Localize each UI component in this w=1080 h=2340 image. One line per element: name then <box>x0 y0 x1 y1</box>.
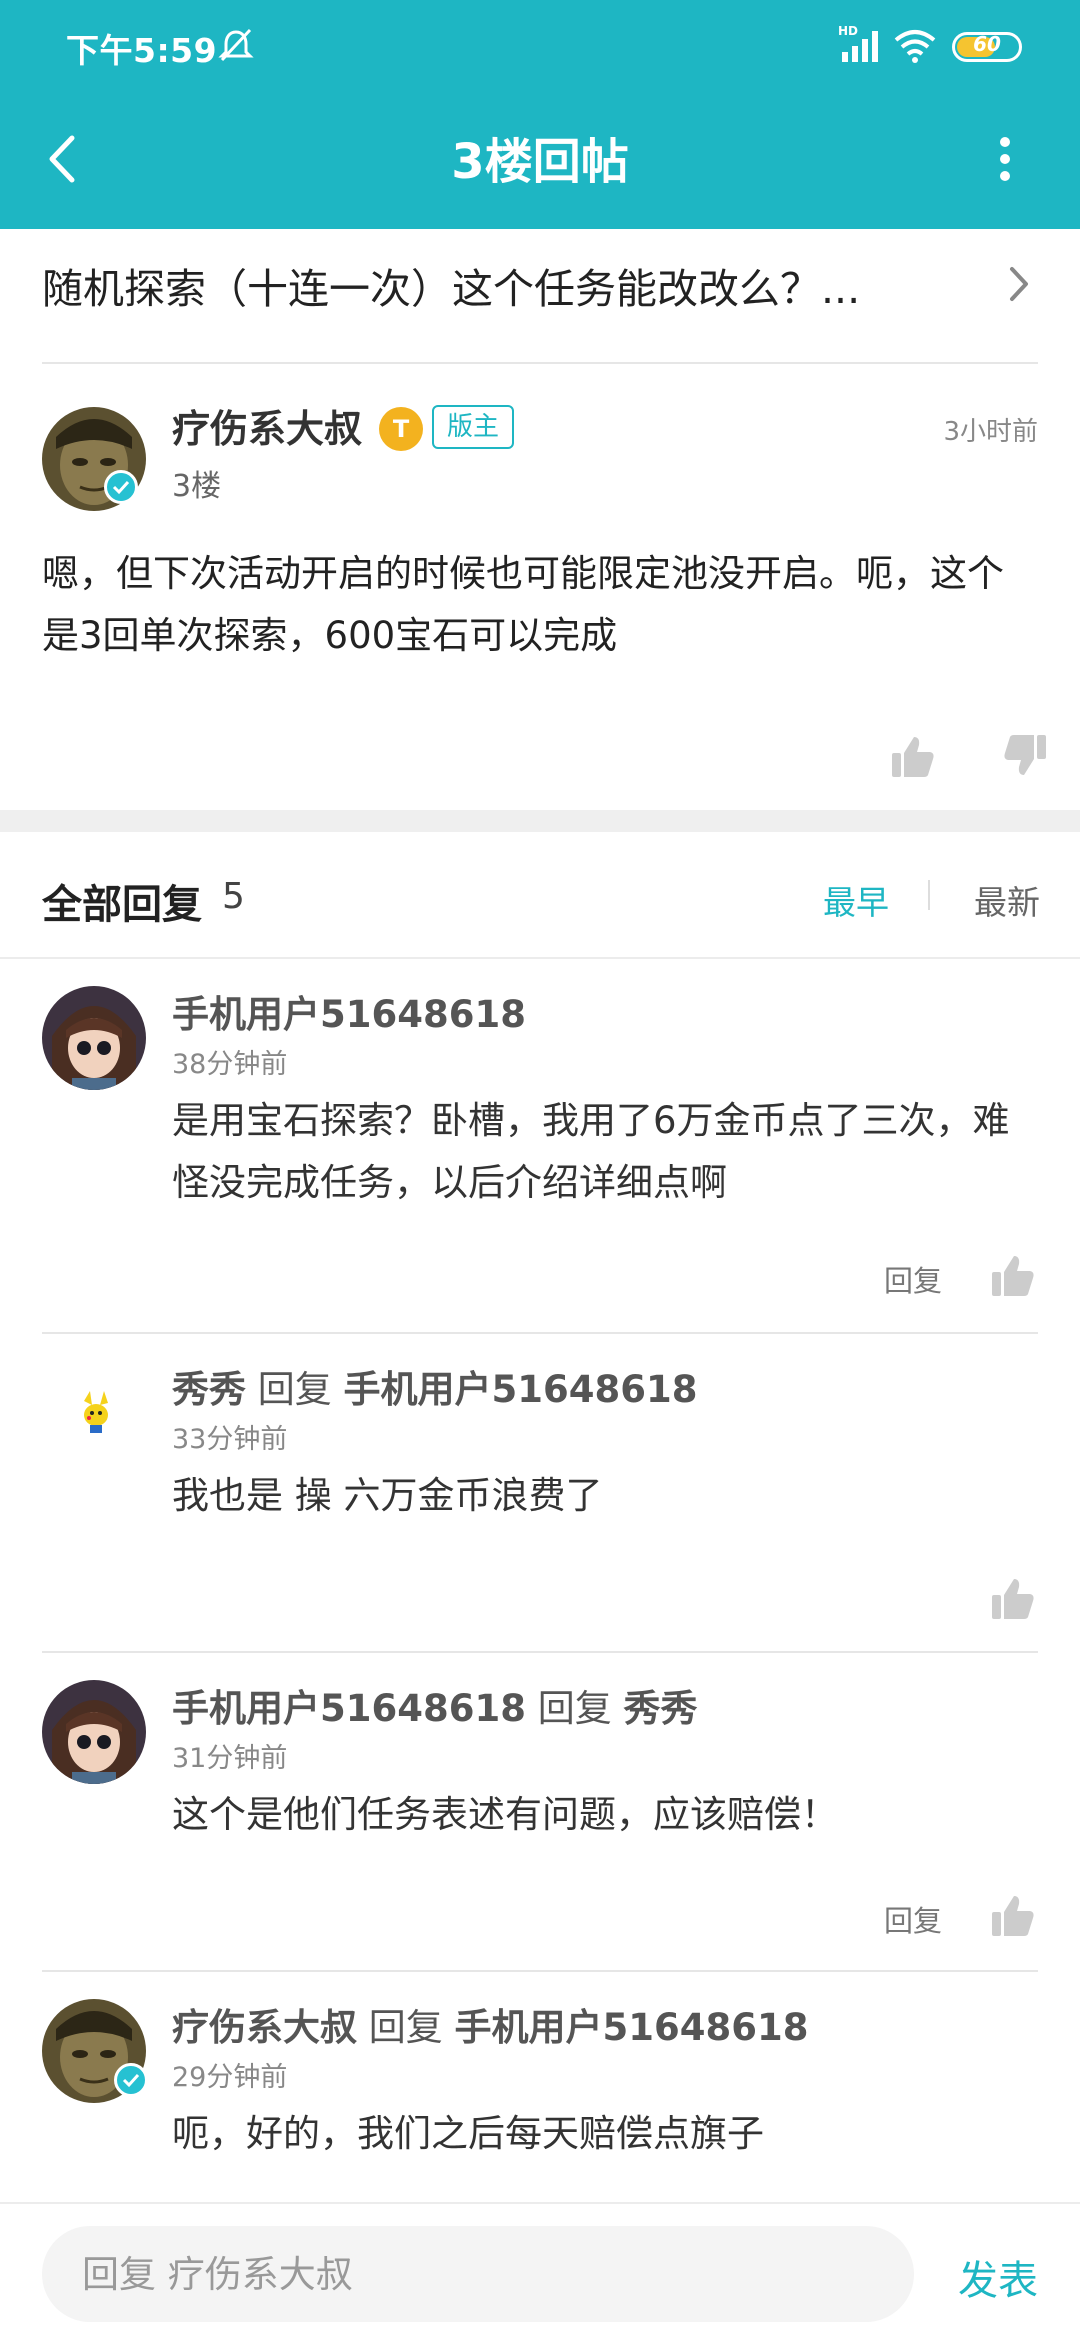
sort-separator <box>928 880 930 910</box>
reply-item: 秀秀 回复 手机用户51648618 33分钟前 我也是 操 六万金币浪费了 <box>0 1335 1080 1651</box>
reply-author-name: 疗伤系大叔 <box>172 2006 357 2049</box>
nav-bar: 3楼回帖 <box>0 96 1080 229</box>
thumbs-up-icon[interactable] <box>990 1892 1036 1938</box>
signal-icon <box>842 31 878 62</box>
reply-to-word: 回复 <box>537 1687 612 1730</box>
divider <box>42 362 1038 364</box>
reply-author[interactable]: 秀秀 回复 手机用户51648618 <box>172 1359 698 1413</box>
reply-to-word: 回复 <box>368 2006 443 2049</box>
thumbs-up-icon[interactable] <box>990 1575 1036 1621</box>
chevron-right-icon <box>1010 267 1028 301</box>
thread-link[interactable]: 随机探索（十连一次）这个任务能改改么？... <box>0 229 1080 363</box>
reply-time: 31分钟前 <box>172 1743 288 1774</box>
reply-button[interactable]: 回复 <box>884 1258 942 1300</box>
reply-input[interactable] <box>42 2226 914 2322</box>
reply-target-name: 手机用户51648618 <box>454 2006 809 2049</box>
reply-time: 38分钟前 <box>172 1049 288 1080</box>
battery-level: 60 <box>973 32 1001 56</box>
thread-title: 随机探索（十连一次）这个任务能改改么？... <box>42 265 861 313</box>
reply-time: 33分钟前 <box>172 1424 288 1455</box>
reply-to-word: 回复 <box>257 1368 332 1411</box>
thumbs-down-icon[interactable] <box>1002 733 1048 779</box>
reply-item: 手机用户51648618 38分钟前 是用宝石探索？卧槽，我用了6万金币点了三次… <box>0 960 1080 1332</box>
sort-earliest-tab[interactable]: 最早 <box>823 876 889 924</box>
section-gap <box>0 810 1080 832</box>
reply-author-name: 手机用户51648618 <box>172 993 526 1036</box>
reply-author-name: 秀秀 <box>172 1368 246 1411</box>
post-floor: 3楼 <box>172 469 222 504</box>
reply-text: 是用宝石探索？卧槽，我用了6万金币点了三次，难怪没完成任务，以后介绍详细点啊 <box>172 1099 1010 1204</box>
divider <box>42 1970 1038 1972</box>
avatar[interactable] <box>42 986 146 1090</box>
mute-bell-icon <box>218 28 254 62</box>
app-header: 下午5:59 HD 60 3楼回帖 <box>0 0 1080 229</box>
post-content: 嗯，但下次活动开启的时候也可能限定池没开启。呃，这个是3回单次探索，600宝石可… <box>42 552 1004 657</box>
avatar[interactable] <box>42 1361 146 1465</box>
reply-author[interactable]: 疗伤系大叔 回复 手机用户51648618 <box>172 1997 809 2051</box>
battery-icon: 60 <box>952 32 1022 62</box>
sort-latest-tab[interactable]: 最新 <box>974 876 1040 924</box>
post-author[interactable]: 疗伤系大叔 <box>172 398 362 453</box>
reply-author[interactable]: 手机用户51648618 回复 秀秀 <box>172 1678 698 1732</box>
post-time: 3小时前 <box>943 417 1038 447</box>
reply-author-name: 手机用户51648618 <box>172 1687 526 1730</box>
status-bar: 下午5:59 HD 60 <box>0 0 1080 96</box>
moderator-badge: 版主 <box>432 405 515 449</box>
verified-icon <box>104 470 138 504</box>
reply-item: 手机用户51648618 回复 秀秀 31分钟前 这个是他们任务表述有问题，应该… <box>0 1654 1080 1970</box>
reply-text: 这个是他们任务表述有问题，应该赔偿！ <box>172 1793 838 1836</box>
page-title: 3楼回帖 <box>451 134 629 190</box>
reply-target-name: 秀秀 <box>623 1687 698 1730</box>
wifi-icon <box>894 30 936 63</box>
status-time: 下午5:59 <box>66 31 218 70</box>
reply-composer: 发表 <box>0 2202 1080 2340</box>
avatar[interactable] <box>42 1680 146 1784</box>
divider <box>42 1651 1038 1653</box>
divider <box>0 957 1080 959</box>
send-button[interactable]: 发表 <box>958 2248 1038 2306</box>
reply-time: 29分钟前 <box>172 2062 288 2093</box>
level-medal-icon: T <box>379 407 423 451</box>
replies-count: 5 <box>222 876 245 917</box>
verified-icon <box>114 2063 148 2097</box>
thumbs-up-icon[interactable] <box>890 733 936 779</box>
reply-author[interactable]: 手机用户51648618 <box>172 984 526 1038</box>
thumbs-up-icon[interactable] <box>990 1252 1036 1298</box>
main-post: 疗伤系大叔 T 版主 3楼 3小时前 嗯，但下次活动开启的时候也可能限定池没开启… <box>0 365 1080 810</box>
reply-item: 疗伤系大叔 回复 手机用户51648618 29分钟前 呃，好的，我们之后每天赔… <box>0 1973 1080 2202</box>
replies-label: 全部回复 <box>42 882 202 928</box>
reply-button[interactable]: 回复 <box>884 1898 942 1940</box>
more-vert-icon[interactable] <box>990 124 1020 194</box>
reply-target-name: 手机用户51648618 <box>343 1368 698 1411</box>
reply-text: 我也是 操 六万金币浪费了 <box>172 1474 603 1517</box>
reply-text: 呃，好的，我们之后每天赔偿点旗子 <box>172 2112 764 2155</box>
divider <box>42 1332 1038 1334</box>
replies-header: 全部回复 5 最早 最新 <box>0 832 1080 958</box>
